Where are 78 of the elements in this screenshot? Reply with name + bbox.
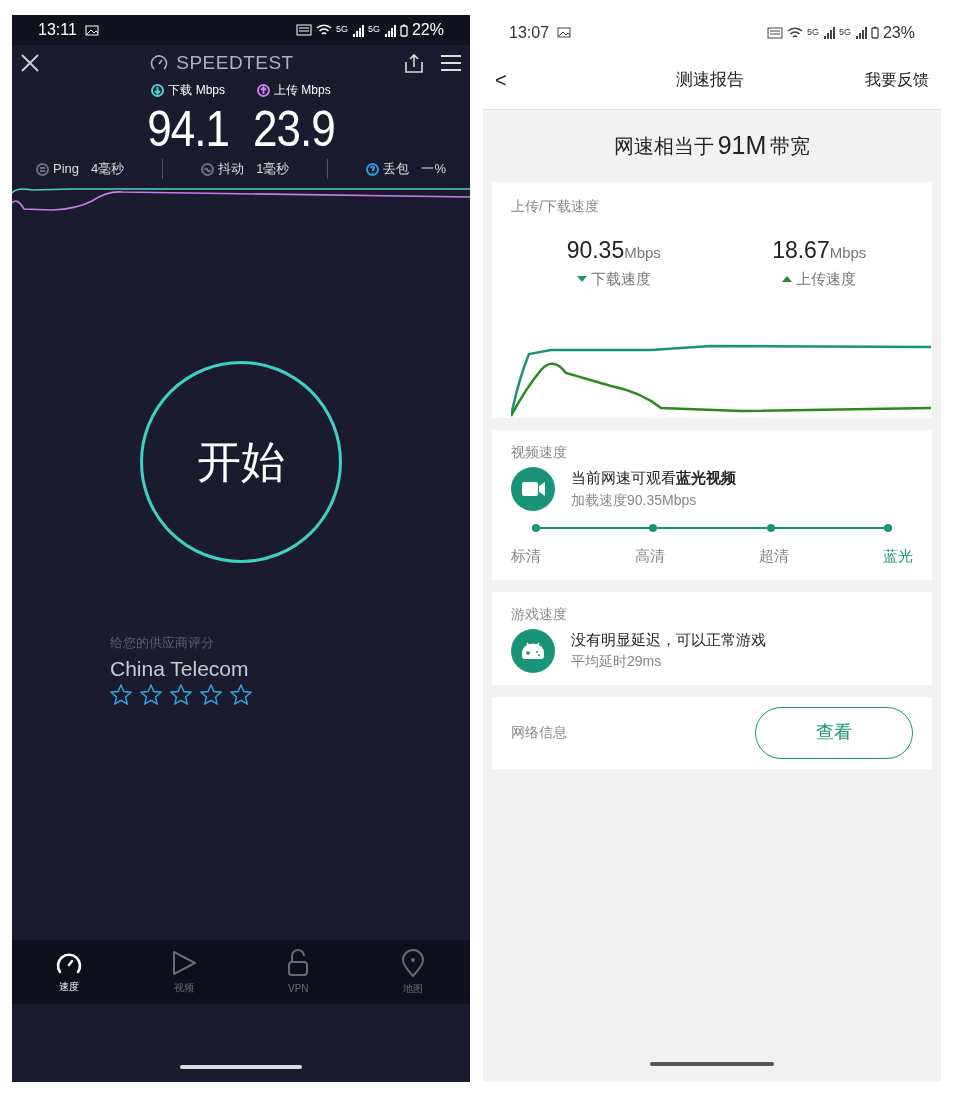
image-icon	[84, 24, 99, 36]
metric-label: Ping	[53, 160, 80, 179]
battery-icon	[399, 23, 408, 37]
keyboard-icon	[766, 26, 783, 39]
wifi-icon	[786, 25, 803, 40]
signal-icon	[351, 23, 364, 37]
gamepad-icon	[511, 628, 555, 673]
share-icon[interactable]	[404, 53, 424, 73]
quality-label: 高清	[635, 546, 665, 566]
headline: 没有明显延迟，可以正常游戏	[571, 629, 766, 650]
map-pin-icon	[400, 948, 425, 977]
image-icon	[557, 27, 572, 38]
metric-value: 4毫秒	[91, 160, 125, 179]
detail-text: 平均延时29ms	[571, 652, 663, 672]
speed-value: 18.67	[772, 236, 830, 265]
network-type: 5G	[838, 25, 851, 39]
battery-level: 23%	[882, 22, 915, 43]
metric-label: 抖动	[218, 160, 245, 179]
headline: 当前网速可观看蓝光视频	[571, 468, 736, 489]
app-title: SPEEDTEST	[176, 50, 294, 75]
card-title: 游戏速度	[511, 604, 568, 624]
down-triangle-icon	[576, 275, 587, 282]
start-button[interactable]: 开始	[140, 361, 342, 563]
quality-label: 超清	[759, 546, 789, 566]
status-time: 13:11	[38, 20, 77, 40]
signal-icon	[383, 23, 396, 37]
speed-label: 上传速度	[796, 268, 857, 289]
battery-icon	[870, 26, 879, 39]
star-icon[interactable]	[170, 684, 192, 705]
view-button[interactable]: 查看	[755, 706, 913, 759]
back-button[interactable]: <	[495, 64, 507, 95]
speed-label: 下载速度	[590, 268, 651, 289]
detail-text: 加载速度90.35Mbps	[571, 490, 698, 510]
keyboard-icon	[295, 24, 312, 36]
card-title: 网络信息	[511, 723, 567, 742]
result-label: 下载 Mbps	[168, 82, 225, 99]
wifi-icon	[315, 23, 332, 37]
page-title: 测速报告	[674, 68, 744, 91]
feedback-link[interactable]: 我要反馈	[865, 67, 929, 92]
provider-name: China Telecom	[110, 655, 250, 682]
close-icon[interactable]	[20, 53, 40, 73]
nav-tab[interactable]: 视频	[126, 948, 241, 996]
star-icon[interactable]	[140, 684, 162, 705]
network-type: 5G	[335, 23, 348, 37]
card-title: 视频速度	[511, 443, 568, 462]
video-camera-icon	[511, 467, 555, 511]
status-time: 13:07	[509, 22, 550, 43]
network-type: 5G	[367, 23, 380, 37]
battery-level: 22%	[411, 20, 444, 40]
quality-label: 蓝光	[883, 546, 913, 566]
star-icon[interactable]	[200, 684, 222, 705]
unlocked-padlock-icon	[287, 948, 310, 977]
nav-tab[interactable]: 地图	[355, 947, 470, 997]
play-icon	[170, 949, 197, 976]
speed-unit: Mbps	[624, 244, 661, 263]
rating-prompt: 给您的供应商评分	[110, 634, 215, 652]
up-triangle-icon	[782, 275, 793, 282]
speed-value: 90.35	[566, 236, 625, 265]
metric-value: 1毫秒	[256, 160, 290, 179]
gauge-icon	[55, 950, 84, 975]
network-type: 5G	[806, 25, 819, 39]
gauge-icon	[150, 54, 169, 72]
star-icon[interactable]	[110, 684, 132, 705]
result-value: 23.9	[253, 103, 335, 155]
star-icon[interactable]	[230, 684, 252, 705]
metric-label: 丢包	[383, 160, 410, 179]
result-label: 上传 Mbps	[273, 82, 331, 99]
bandwidth-summary: 网速相当于 91M 带宽	[612, 130, 812, 162]
signal-icon	[822, 26, 835, 39]
nav-tab[interactable]: VPN	[241, 947, 356, 997]
signal-icon	[854, 26, 867, 39]
card-title: 上传/下载速度	[511, 197, 600, 216]
result-value: 94.1	[147, 103, 229, 155]
metric-value: 一%	[421, 160, 446, 179]
menu-icon[interactable]	[440, 54, 462, 72]
speed-unit: Mbps	[829, 243, 867, 263]
nav-tab[interactable]: 速度	[12, 949, 127, 995]
quality-label: 标清	[511, 546, 541, 566]
